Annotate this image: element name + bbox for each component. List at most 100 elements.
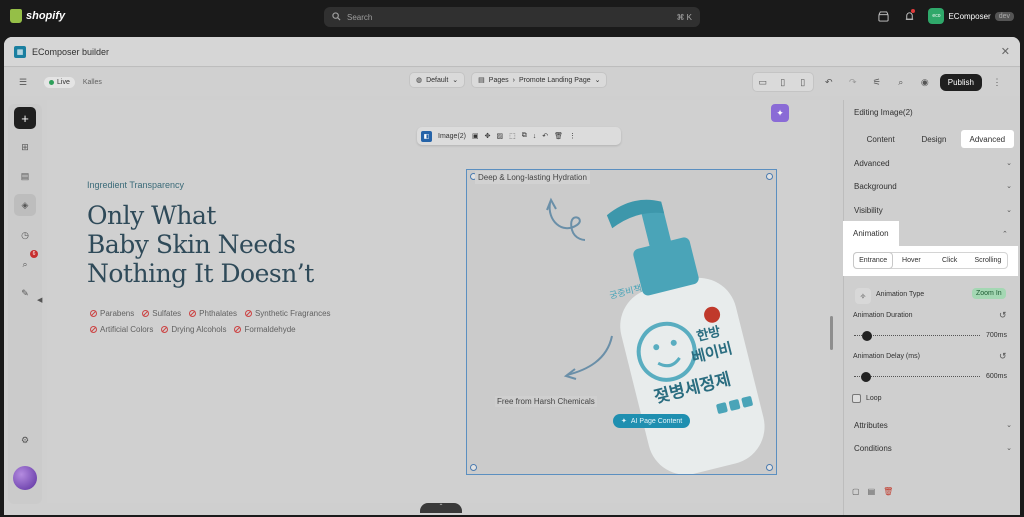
- clipboard-icon[interactable]: ▢: [852, 487, 860, 496]
- section-label: Visibility: [854, 205, 883, 215]
- collapse-sidebar-icon[interactable]: ◀: [37, 296, 42, 304]
- global-search-input[interactable]: Search ⌘ K: [324, 7, 700, 27]
- crop-pattern-icon[interactable]: ▨: [497, 132, 504, 140]
- more-vertical-icon[interactable]: ⋮: [569, 132, 576, 140]
- caption-bottom[interactable]: Free from Harsh Chemicals: [495, 396, 597, 407]
- pages-label: Pages: [488, 76, 509, 84]
- bottom-collapse-tab[interactable]: ⌃: [420, 503, 462, 513]
- select-parent-icon[interactable]: ⬚: [509, 132, 516, 140]
- ai-page-content-button[interactable]: ✦ AI Page Content: [613, 414, 691, 428]
- selected-image-element[interactable]: 궁중비책 한방 베이비 젖병세정제: [466, 169, 777, 475]
- resize-handle[interactable]: [766, 464, 773, 471]
- store-switcher[interactable]: eco EComposer dev: [928, 8, 1014, 24]
- delay-slider[interactable]: [854, 372, 980, 382]
- tab-advanced[interactable]: Advanced: [960, 130, 1014, 148]
- reset-icon[interactable]: ↺: [999, 310, 1007, 321]
- animation-tabs: Entrance Hover Click Scrolling: [853, 252, 1008, 269]
- search-icon: [332, 11, 341, 23]
- section-conditions[interactable]: Conditions ⌄: [854, 439, 1012, 457]
- sections-icon[interactable]: ⊞: [14, 136, 36, 158]
- slider-knob[interactable]: [860, 372, 871, 382]
- reset-icon[interactable]: ↺: [999, 351, 1007, 362]
- tab-design[interactable]: Design: [907, 130, 960, 148]
- resize-handle[interactable]: [766, 173, 773, 180]
- headline[interactable]: Only What Baby Skin Needs Nothing It Doe…: [87, 201, 314, 288]
- section-attributes[interactable]: Attributes ⌄: [854, 416, 1012, 434]
- chevron-down-icon: ⌄: [1006, 183, 1012, 190]
- magic-wand-icon[interactable]: ✦: [771, 104, 789, 122]
- list-item: Artificial Colors: [90, 325, 153, 334]
- chevron-up-icon[interactable]: ⌃: [1002, 230, 1008, 238]
- theme-style-icon[interactable]: ✎: [14, 282, 36, 304]
- delay-label: Animation Delay (ms): [853, 353, 920, 360]
- layers-icon[interactable]: ◈: [14, 194, 36, 216]
- free-from-list[interactable]: Parabens Sulfates Phthalates Synthetic F…: [90, 309, 370, 334]
- slider-knob[interactable]: [862, 331, 873, 341]
- settings-sliders-icon[interactable]: ⚟: [868, 73, 886, 91]
- toolbar-center: ◍ Default ⌄ ▤ Pages › Promote Landing Pa…: [409, 72, 608, 88]
- close-icon[interactable]: ✕: [1001, 45, 1010, 58]
- publish-button[interactable]: Publish: [939, 73, 982, 91]
- ban-icon: [90, 310, 97, 317]
- live-status-badge: Live: [44, 76, 75, 88]
- mobile-icon[interactable]: ▯: [793, 73, 813, 91]
- add-element-button[interactable]: +: [14, 107, 36, 129]
- redo-icon[interactable]: ↷: [844, 73, 862, 91]
- caption-top[interactable]: Deep & Long-lasting Hydration: [475, 171, 590, 184]
- tablet-icon[interactable]: ▯: [773, 73, 793, 91]
- desktop-icon[interactable]: ▭: [753, 73, 773, 91]
- save-template-icon[interactable]: ▤: [868, 487, 876, 496]
- tab-entrance[interactable]: Entrance: [854, 253, 893, 268]
- undo-icon[interactable]: ↶: [820, 73, 838, 91]
- trash-icon[interactable]: 🗑: [554, 132, 563, 140]
- animation-type-label: Animation Type: [876, 291, 925, 298]
- section-label: Attributes: [854, 420, 888, 430]
- inspect-icon[interactable]: ⌕: [892, 73, 910, 91]
- resize-handle[interactable]: [470, 464, 477, 471]
- gear-icon[interactable]: ⚙: [14, 429, 36, 451]
- element-label[interactable]: Image(2): [438, 133, 466, 140]
- move-down-icon[interactable]: ↓: [533, 133, 537, 140]
- store-icon[interactable]: [876, 9, 890, 23]
- menu-icon[interactable]: ☰: [14, 73, 32, 91]
- undo-element-icon[interactable]: ↶: [542, 132, 548, 140]
- replace-image-icon[interactable]: ▣: [472, 132, 479, 140]
- tab-hover[interactable]: Hover: [892, 253, 930, 268]
- chevron-down-icon: ⌄: [1006, 207, 1012, 214]
- section-animation[interactable]: Animation: [843, 221, 899, 246]
- canvas-scrollbar[interactable]: [830, 316, 833, 350]
- page-icon: ▤: [478, 77, 485, 84]
- ban-icon: [161, 326, 169, 333]
- language-select[interactable]: ◍ Default ⌄: [409, 72, 466, 88]
- eyebrow-text[interactable]: Ingredient Transparency: [87, 180, 184, 190]
- audit-icon[interactable]: ⌕ 6: [14, 250, 38, 275]
- section-advanced[interactable]: Advanced ⌄: [854, 154, 1012, 172]
- more-vertical-icon[interactable]: ⋮: [988, 73, 1006, 91]
- layout-icon[interactable]: ▤: [14, 165, 36, 187]
- ecomposer-logo-icon: ▦: [14, 45, 26, 58]
- move-icon[interactable]: ✥: [485, 132, 491, 140]
- live-dot: [49, 79, 54, 85]
- section-background[interactable]: Background ⌄: [854, 177, 1012, 195]
- animation-magic-icon: ✧: [855, 288, 871, 304]
- duplicate-icon[interactable]: ⧉: [522, 132, 527, 140]
- shopify-logo[interactable]: shopify: [10, 9, 65, 23]
- tab-click[interactable]: Click: [931, 253, 969, 268]
- builder-toolbar: ☰ Live Kalles ◍ Default ⌄ ▤ Pages › Prom…: [4, 68, 1020, 96]
- tab-content[interactable]: Content: [854, 130, 907, 148]
- list-item: Parabens: [90, 309, 134, 318]
- list-item-label: Sulfates: [152, 309, 182, 318]
- chevron-down-icon: ⌄: [1006, 445, 1012, 452]
- trash-icon[interactable]: 🗑: [883, 487, 893, 496]
- duration-slider[interactable]: [854, 331, 980, 341]
- preview-eye-icon[interactable]: ◉: [916, 73, 934, 91]
- section-label: Animation: [853, 229, 889, 238]
- loop-checkbox[interactable]: [852, 394, 861, 403]
- history-icon[interactable]: ◷: [14, 224, 36, 246]
- notification-bell-icon[interactable]: [902, 9, 916, 23]
- page-select[interactable]: ▤ Pages › Promote Landing Page ⌄: [471, 72, 608, 88]
- tab-scrolling[interactable]: Scrolling: [969, 253, 1007, 268]
- avatar[interactable]: [13, 466, 37, 490]
- section-visibility[interactable]: Visibility ⌄: [854, 201, 1012, 219]
- animation-type-value[interactable]: Zoom In: [972, 288, 1006, 299]
